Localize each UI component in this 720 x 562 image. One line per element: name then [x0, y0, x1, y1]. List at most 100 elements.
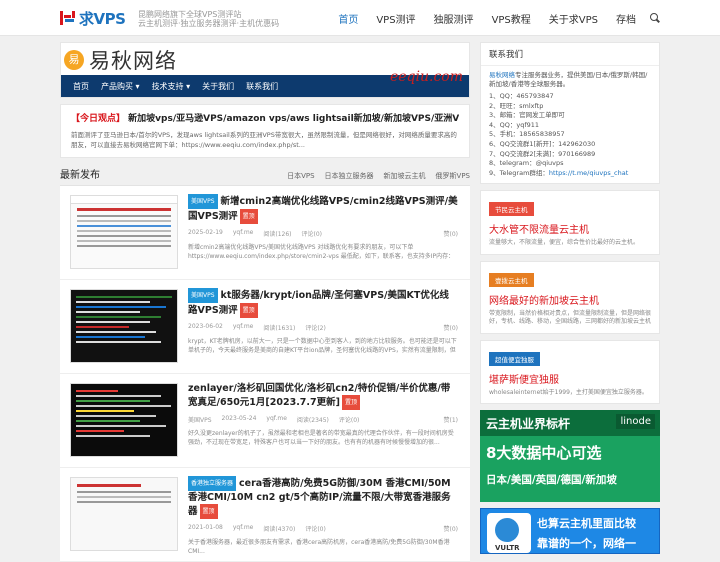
post-title[interactable]: 美国VPS 新增cmin2高端优化线路VPS/cmin2线路VPS测评/美国VPS… [188, 194, 458, 224]
post-category-badge[interactable]: 美国VPS [188, 194, 218, 209]
linode-ad-middle: 8大数据中心可选 [486, 444, 602, 463]
filter-link[interactable]: 日本独立服务器 [325, 171, 374, 181]
post-views: 阅读(4370) [263, 526, 296, 533]
filter-link[interactable]: 俄罗斯VPS [436, 171, 470, 181]
post-item: 美国VPS 新增cmin2高端优化线路VPS/cmin2线路VPS测评/美国VPS… [60, 186, 470, 280]
nav-vps-review[interactable]: VPS测评 [376, 11, 415, 26]
post-date: 2025-02-19 [188, 229, 223, 236]
post-author: yqf.me [232, 229, 254, 236]
pinned-badge: 置顶 [199, 504, 218, 519]
nav-about[interactable]: 关于求VPS [549, 11, 598, 26]
contact-item: 9、Telegram群组：https://t.me/qiuvps_chat [489, 169, 651, 179]
slogan-line-1: 昆鹏网络旗下全球VPS测评站 [138, 10, 242, 19]
promo-box[interactable]: 节民云主机 大水管不限流量云主机 流量够大，不限流量，便宜，综合性价比最好的云主… [480, 190, 660, 255]
brand-name: 易秋网络 [89, 49, 177, 73]
post-date: 2023-06-02 [188, 323, 223, 330]
promo-label: 节民云主机 [489, 202, 534, 217]
post-item: 香港独立服务器 cera香港高防/免费5G防御/30M 香港CMI/50M香港CM… [60, 468, 470, 562]
filter-link[interactable]: 新加坡云主机 [384, 171, 426, 181]
contact-item: 3、邮箱：官网发工单即可 [489, 111, 565, 120]
post-excerpt: 关于香港服务器，最近很多朋友有需求，香港cera高防机房，cera香港高防/免费… [188, 539, 450, 555]
brand-circle-icon: 易 [64, 50, 84, 70]
post-excerpt: 好久没更zenlayer的机子了，虽然最和老相也是著名的带宽最真的代理合作伙伴，… [188, 430, 454, 446]
post-author: yqf.me [232, 524, 254, 531]
pinned-badge: 置顶 [239, 303, 258, 318]
promo-desc: 带宽限制，当然价格相对贵点，但流量限制流量，但是网络很好，专机、线路、移动，全国… [489, 309, 652, 326]
post-title-text[interactable]: kt服务器/krypt/ion品牌/圣何塞VPS/美国KT优化线路VPS测评 [188, 290, 449, 316]
post-category-badge[interactable]: 香港独立服务器 [188, 476, 237, 491]
post-title[interactable]: 香港独立服务器 cera香港高防/免费5G防御/30M 香港CMI/50M香港CM… [188, 476, 458, 519]
promo-label: 超值便宜独服 [489, 351, 540, 366]
nav-archive[interactable]: 存档 [616, 11, 636, 26]
banner-watermark: eeqiu.com [389, 69, 463, 85]
logo-text: 求VPS [79, 9, 126, 28]
latest-header: 最新发布 日本VPS 日本独立服务器 新加坡云主机 俄罗斯VPS [60, 164, 470, 186]
linode-ad-headline: 云主机业界标杆 [486, 416, 571, 431]
banner-menu-item: 联系我们 [246, 81, 279, 91]
pinned-badge: 置顶 [341, 395, 360, 410]
post-likes[interactable]: 赞(1) [444, 415, 459, 424]
post-comments[interactable]: 评论(0) [305, 524, 326, 533]
site-logo[interactable]: 求VPS [60, 7, 126, 29]
nav-home[interactable]: 首页 [338, 11, 358, 26]
featured-notice: 【今日观点】 新加坡vps/亚马逊VPS/amazon vps/aws ligh… [60, 104, 470, 158]
post-meta: 美国VPS 2023-05-24 yqf.me 阅读(2345) 评论(0) 赞… [188, 415, 458, 424]
post-title-text[interactable]: 新增cmin2高端优化线路VPS/cmin2线路VPS测评/美国VPS测评 [188, 196, 458, 222]
post-comments[interactable]: 评论(2) [305, 323, 326, 332]
notice-title-line[interactable]: 【今日观点】 新加坡vps/亚马逊VPS/amazon vps/aws ligh… [71, 111, 459, 124]
contact-item: 7、QQ交流群2[未满]：970166989 [489, 149, 596, 158]
promo-title[interactable]: 堪萨斯便宜独服 [489, 371, 651, 386]
post-category-badge[interactable]: 美国VPS [188, 288, 218, 303]
post-thumbnail[interactable] [70, 383, 178, 457]
contact-heading: 联系我们 [481, 43, 659, 66]
post-likes[interactable]: 赞(0) [444, 229, 459, 238]
contact-item: 1、QQ：465793847 [489, 92, 554, 100]
vultr-ad-line-1: 也算云主机里面比较 [537, 517, 636, 531]
nav-vps-tutorial[interactable]: VPS教程 [492, 11, 531, 26]
post-thumbnail[interactable] [70, 289, 178, 363]
post-comments[interactable]: 评论(0) [339, 415, 360, 424]
linode-logo: linode [616, 414, 655, 430]
post-likes[interactable]: 赞(0) [444, 323, 459, 332]
contact-item: 6、QQ交流群1[新开]：142962030 [489, 139, 596, 148]
vultr-ad[interactable]: VULTR 也算云主机里面比较 靠谱的一个，网络一 [480, 508, 660, 555]
pinned-badge: 置顶 [239, 209, 258, 224]
post-views: 阅读(1631) [263, 325, 296, 332]
search-icon[interactable] [650, 13, 660, 23]
post-title[interactable]: 美国VPS kt服务器/krypt/ion品牌/圣何塞VPS/美国KT优化线路VP… [188, 288, 458, 318]
filter-link[interactable]: 日本VPS [287, 171, 314, 181]
promo-box[interactable]: 壹拨云主机 网络最好的新加坡云主机 带宽限制，当然价格相对贵点，但流量限制流量，… [480, 260, 660, 334]
promo-title[interactable]: 网络最好的新加坡云主机 [489, 292, 651, 307]
contact-brand-link[interactable]: 易秋网络 [489, 71, 515, 79]
main-nav: 首页 VPS测评 独服测评 VPS教程 关于求VPS 存档 [320, 0, 660, 36]
linode-ad-top: 云主机业界标杆 linode [480, 410, 660, 437]
nav-dedicated-review[interactable]: 独服测评 [434, 11, 474, 26]
post-category-text[interactable]: 美国VPS [188, 415, 212, 424]
linode-ad[interactable]: 云主机业界标杆 linode 8大数据中心可选 日本/美国/英国/德国/新加坡 [480, 410, 660, 503]
notice-title[interactable]: 新加坡vps/亚马逊VPS/amazon vps/aws lightsail新加… [128, 114, 459, 124]
contact-list: 易秋网络专注服务器业务，提供美国/日本/俄罗斯/韩国/新加坡/香港等全球服务器。… [481, 66, 659, 183]
post-author: yqf.me [232, 323, 254, 330]
post-title[interactable]: zenlayer/洛杉矶回国优化/洛杉矶cn2/特价促销/半价优惠/带宽真足/6… [188, 382, 458, 410]
main-column: 易 易秋网络 首页 产品购买 ▾ 技术支持 ▾ 关于我们 联系我们 eeqiu.… [60, 42, 470, 562]
contact-box: 联系我们 易秋网络专注服务器业务，提供美国/日本/俄罗斯/韩国/新加坡/香港等全… [480, 42, 660, 185]
post-likes[interactable]: 赞(0) [444, 524, 459, 533]
telegram-group-label: 9、Telegram群组： [489, 168, 549, 177]
post-date: 2021-01-08 [188, 524, 223, 531]
post-title-text[interactable]: zenlayer/洛杉矶回国优化/洛杉矶cn2/特价促销/半价优惠/带宽真足/6… [188, 383, 450, 408]
post-thumbnail[interactable] [70, 195, 178, 269]
promo-box[interactable]: 超值便宜独服 堪萨斯便宜独服 wholesaleinternet始于1999，主… [480, 339, 660, 405]
post-info: zenlayer/洛杉矶回国优化/洛杉矶cn2/特价促销/半价优惠/带宽真足/6… [188, 382, 458, 447]
promo-title[interactable]: 大水管不限流量云主机 [489, 221, 651, 236]
post-info: 美国VPS kt服务器/krypt/ion品牌/圣何塞VPS/美国KT优化线路VP… [188, 288, 458, 355]
promo-label: 壹拨云主机 [489, 272, 534, 287]
telegram-group-link[interactable]: https://t.me/qiuvps_chat [549, 169, 628, 177]
contact-item: 8、telegram：@qiuvps [489, 159, 564, 168]
post-comments[interactable]: 评论(0) [302, 229, 323, 238]
vultr-brand: VULTR [495, 544, 520, 553]
post-excerpt: krypt，KT老牌机房，以前大一，只是一个数据中心型到客人，到的地方比较服务。… [188, 338, 457, 354]
ad-banner[interactable]: 易 易秋网络 首页 产品购买 ▾ 技术支持 ▾ 关于我们 联系我们 eeqiu.… [60, 42, 470, 98]
linode-ad-bottom: 日本/美国/英国/德国/新加坡 [486, 474, 617, 487]
post-info: 香港独立服务器 cera香港高防/免费5G防御/30M 香港CMI/50M香港CM… [188, 476, 458, 556]
latest-filters: 日本VPS 日本独立服务器 新加坡云主机 俄罗斯VPS [277, 171, 470, 181]
